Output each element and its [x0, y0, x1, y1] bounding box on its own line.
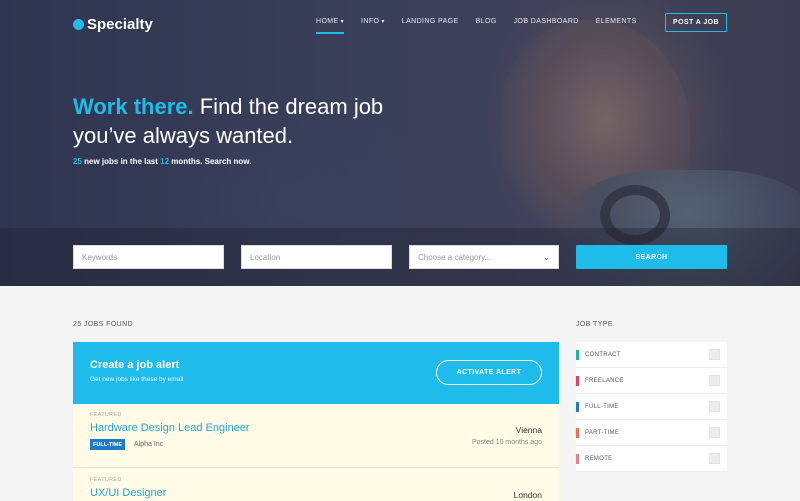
location-placeholder: Location — [250, 252, 281, 262]
nav-item-label: INFO — [361, 18, 380, 25]
chevron-down-icon: ▾ — [340, 19, 345, 25]
nav-item-label: HOME — [316, 18, 339, 25]
category-placeholder: Choose a category... — [418, 252, 492, 262]
job-type-row-part-time[interactable]: PART-TIME — [576, 420, 727, 446]
type-color-bar — [576, 375, 579, 386]
search-button[interactable]: SEARCH — [576, 245, 727, 269]
type-label: REMOTE — [585, 455, 613, 462]
nav-item-info[interactable]: INFO ▾ — [361, 14, 385, 29]
job-posted-date: Posted 10 months ago — [471, 439, 542, 446]
type-label: CONTRACT — [585, 351, 621, 358]
brand-logo[interactable]: Specialty — [73, 16, 153, 33]
type-color-bar — [576, 453, 579, 464]
type-color-bar — [576, 401, 579, 412]
job-title-link[interactable]: Hardware Design Lead Engineer — [90, 422, 250, 434]
nav-item-job-dashboard[interactable]: JOB DASHBOARD — [514, 14, 579, 29]
job-type-row-remote[interactable]: REMOTE — [576, 446, 727, 472]
main-nav: HOME ▾ INFO ▾ LANDING PAGE BLOG JOB DASHBO… — [316, 14, 654, 34]
jobs-count: 25 — [73, 157, 82, 166]
headline-highlight: Work there. — [73, 94, 194, 119]
brand-name: Specialty — [87, 16, 153, 33]
job-location: London — [513, 490, 542, 500]
type-label: PART-TIME — [585, 429, 620, 436]
featured-label: FEATURED — [90, 412, 122, 418]
alert-subtitle: Get new jobs like these by email — [90, 376, 184, 383]
job-type-row-freelance[interactable]: FREELANCE — [576, 368, 727, 394]
chevron-down-icon: ▾ — [381, 19, 385, 25]
nav-item-blog[interactable]: BLOG — [476, 14, 497, 29]
job-listing[interactable]: FEATURED UX/UI Designer London — [73, 469, 559, 501]
keywords-input[interactable]: Keywords — [73, 245, 224, 269]
type-color-bar — [576, 349, 579, 360]
featured-label: FEATURED — [90, 477, 122, 483]
job-alert-banner: Create a job alert Get new jobs like the… — [73, 342, 559, 404]
category-select[interactable]: Choose a category... ⌄ — [409, 245, 559, 269]
activate-alert-button[interactable]: ACTIVATE ALERT — [436, 360, 542, 385]
job-location: Vienna — [515, 425, 542, 435]
job-company: Alpha Inc — [134, 441, 164, 448]
hero-subline: 25 new jobs in the last 12 months. Searc… — [73, 157, 251, 166]
post-a-job-button[interactable]: POST A JOB — [665, 13, 727, 32]
nav-item-landing-page[interactable]: LANDING PAGE — [402, 14, 459, 29]
full-time-checkbox[interactable] — [709, 401, 720, 412]
type-label: FREELANCE — [585, 377, 624, 384]
remote-checkbox[interactable] — [709, 453, 720, 464]
type-label: FULL-TIME — [585, 403, 619, 410]
nav-item-elements[interactable]: ELEMENTS — [596, 14, 637, 29]
location-input[interactable]: Location — [241, 245, 392, 269]
job-title-link[interactable]: UX/UI Designer — [90, 487, 166, 499]
months-count: 12 — [160, 157, 170, 166]
type-color-bar — [576, 427, 579, 438]
nav-item-home[interactable]: HOME ▾ — [316, 14, 345, 34]
job-type-heading: JOB TYPE — [576, 321, 613, 328]
job-type-filter: CONTRACT FREELANCE FULL-TIME PART-TIME R… — [576, 342, 727, 472]
logo-dot-icon — [73, 19, 84, 30]
job-type-badge: FULL-TIME — [90, 439, 126, 450]
subline-end: months. Search now. — [169, 157, 252, 166]
subline-mid: new jobs in the last — [81, 157, 161, 166]
freelance-checkbox[interactable] — [709, 375, 720, 386]
job-type-row-full-time[interactable]: FULL-TIME — [576, 394, 727, 420]
job-listing[interactable]: FEATURED Hardware Design Lead Engineer F… — [73, 404, 559, 468]
contract-checkbox[interactable] — [709, 349, 720, 360]
keywords-placeholder: Keywords — [82, 252, 118, 262]
alert-title: Create a job alert — [90, 359, 180, 371]
job-type-row-contract[interactable]: CONTRACT — [576, 342, 727, 368]
jobs-found-count: 25 JOBS FOUND — [73, 321, 134, 328]
hero-headline: Work there. Find the dream job you’ve al… — [73, 92, 433, 150]
chevron-down-icon: ⌄ — [543, 252, 550, 262]
part-time-checkbox[interactable] — [709, 427, 720, 438]
